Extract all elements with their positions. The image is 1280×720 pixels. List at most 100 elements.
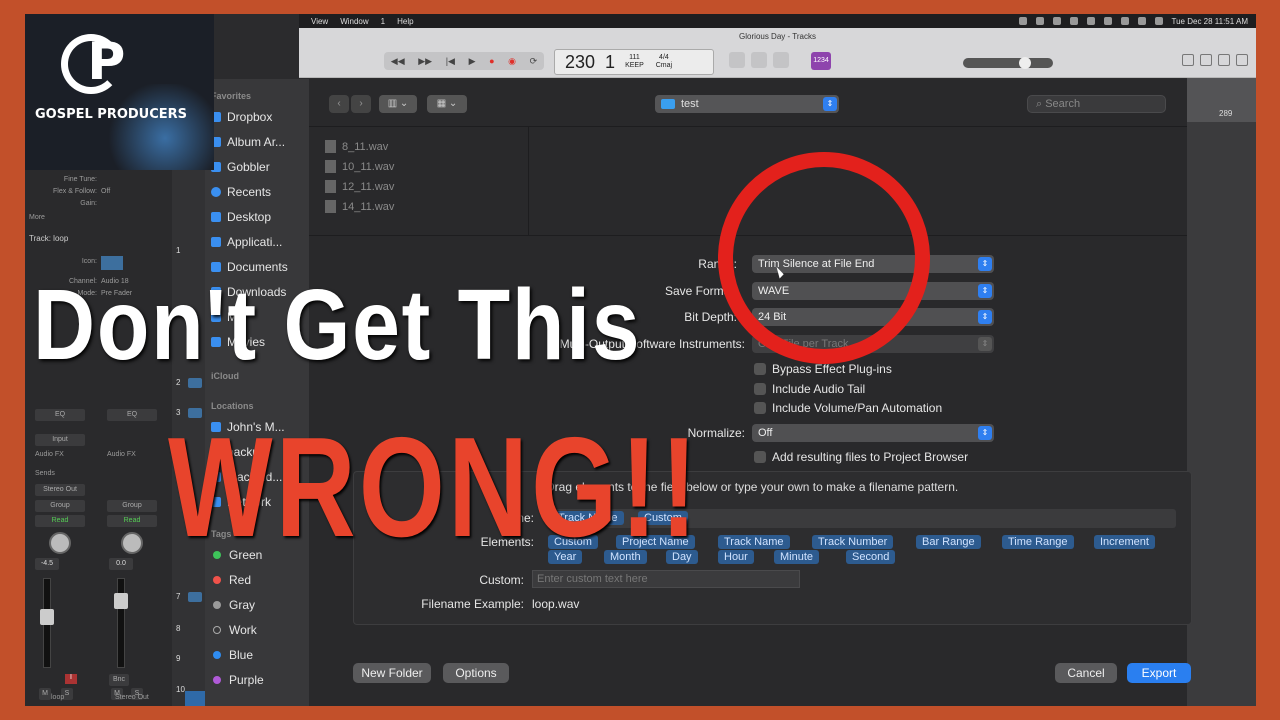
status-icon[interactable]	[1086, 17, 1095, 25]
pencil-icon[interactable]	[751, 52, 767, 68]
master-volume-slider[interactable]	[963, 57, 1053, 69]
count-in-badge[interactable]: 1234	[811, 52, 831, 70]
waveform-icon[interactable]	[188, 592, 202, 602]
icon-row[interactable]: Icon:	[29, 256, 169, 270]
include-audio-tail-checkbox[interactable]: Include Audio Tail	[754, 382, 865, 396]
automation-read-2[interactable]: Read	[107, 515, 157, 527]
search-input[interactable]: ⌕ Search	[1027, 95, 1166, 113]
bypass-effects-checkbox[interactable]: Bypass Effect Plug-ins	[754, 362, 892, 376]
audio-fx-label-1[interactable]: Audio FX	[35, 451, 64, 458]
status-icon[interactable]	[1069, 17, 1078, 25]
fader-cap[interactable]	[114, 593, 128, 609]
bounce-button[interactable]: Bnc	[109, 674, 129, 686]
automation-read-1[interactable]: Read	[35, 515, 85, 527]
flex-follow-row[interactable]: Flex & Follow: Off	[29, 188, 169, 198]
menu-view[interactable]: View	[311, 17, 328, 26]
menu-window[interactable]: Window	[340, 17, 368, 26]
battery-icon[interactable]	[1154, 17, 1163, 25]
sidebar-tag-work[interactable]: Work	[211, 622, 309, 638]
dropbox-icon[interactable]	[1052, 17, 1061, 25]
cycle-icon[interactable]: ⟳	[530, 56, 538, 67]
add-to-project-browser-checkbox[interactable]: Add resulting files to Project Browser	[754, 450, 968, 464]
go-to-start-icon[interactable]: |◀	[446, 56, 455, 67]
volume-fader-1[interactable]	[40, 578, 54, 668]
volume-readout-2[interactable]: 0.0	[109, 558, 133, 570]
status-icon[interactable]	[1103, 17, 1112, 25]
browser-icon[interactable]	[1236, 54, 1248, 66]
menubar-datetime[interactable]: Tue Dec 28 11:51 AM	[1172, 17, 1249, 26]
lcd-display[interactable]: 230 1 111 KEEP 4/4 Cmaj	[554, 49, 714, 75]
element-minute[interactable]: Minute	[774, 550, 820, 564]
file-item[interactable]: 10_11.wav	[325, 160, 394, 173]
loop-browser-icon[interactable]	[1218, 54, 1230, 66]
eq-button-2[interactable]: EQ	[107, 409, 157, 421]
options-button[interactable]: Options	[443, 663, 509, 683]
status-icon[interactable]	[1018, 17, 1027, 25]
back-button[interactable]: ‹	[329, 95, 349, 113]
checkbox-box[interactable]	[754, 383, 766, 395]
forward-icon[interactable]: ▶▶	[418, 56, 432, 67]
sidebar-item-album-art[interactable]: Album Ar...	[211, 134, 309, 150]
fader-cap[interactable]	[40, 609, 54, 625]
input-button[interactable]: Input	[35, 434, 85, 446]
output-button[interactable]: Stereo Out	[35, 484, 85, 496]
custom-text-input[interactable]: Enter custom text here	[532, 570, 800, 588]
rewind-icon[interactable]: ◀◀	[391, 56, 405, 67]
more-disclosure[interactable]: More	[29, 214, 169, 224]
element-track-name[interactable]: Track Name	[718, 535, 790, 549]
new-folder-button[interactable]: New Folder	[353, 663, 431, 683]
element-increment[interactable]: Increment	[1094, 535, 1155, 549]
view-columns-button[interactable]: ▥ ⌄	[379, 95, 417, 113]
count-in-icon[interactable]	[773, 52, 789, 68]
pan-knob-2[interactable]	[121, 532, 143, 554]
record-icon[interactable]: ●	[489, 56, 494, 66]
normalize-popup[interactable]: Off ⇕	[752, 424, 994, 442]
ruler[interactable]: 289	[1187, 78, 1256, 122]
volume-fader-2[interactable]	[114, 578, 128, 668]
menu-1[interactable]: 1	[381, 17, 385, 26]
arrange-area[interactable]: 289	[1187, 78, 1256, 706]
play-icon[interactable]: ▶	[469, 56, 476, 67]
notepad-icon[interactable]	[1200, 54, 1212, 66]
list-icon[interactable]	[1182, 54, 1194, 66]
checkbox-box[interactable]	[754, 451, 766, 463]
audio-fx-label-2[interactable]: Audio FX	[107, 451, 136, 458]
element-hour[interactable]: Hour	[718, 550, 754, 564]
sends-label[interactable]: Sends	[35, 470, 55, 477]
sidebar-item-gobbler[interactable]: Gobbler	[211, 159, 309, 175]
sidebar-item-recents[interactable]: Recents	[211, 184, 309, 200]
slider-knob[interactable]	[1019, 57, 1031, 69]
checkbox-box[interactable]	[754, 363, 766, 375]
group-button-2[interactable]: Group	[107, 500, 157, 512]
volume-readout-1[interactable]: -4.5	[35, 558, 59, 570]
forward-button[interactable]: ›	[351, 95, 371, 113]
file-item[interactable]: 8_11.wav	[325, 140, 388, 153]
sidebar-item-dropbox[interactable]: Dropbox	[211, 109, 309, 125]
sidebar-item-applications[interactable]: Applicati...	[211, 234, 309, 250]
element-bar-range[interactable]: Bar Range	[916, 535, 981, 549]
tuner-icon[interactable]	[729, 52, 745, 68]
capture-record-icon[interactable]: ◉	[508, 56, 516, 67]
view-grid-button[interactable]: ▦ ⌄	[427, 95, 467, 113]
file-item[interactable]: 14_11.wav	[325, 200, 394, 213]
file-item[interactable]: 12_11.wav	[325, 180, 394, 193]
sidebar-tag-purple[interactable]: Purple	[211, 672, 309, 688]
export-button[interactable]: Export	[1127, 663, 1191, 683]
pan-knob-1[interactable]	[49, 532, 71, 554]
mute-button-1[interactable]: M	[39, 688, 51, 700]
wifi-icon[interactable]	[1137, 17, 1146, 25]
element-time-range[interactable]: Time Range	[1002, 535, 1074, 549]
folder-popup[interactable]: test ⇕	[655, 95, 839, 113]
sidebar-item-desktop[interactable]: Desktop	[211, 209, 309, 225]
volume-pan-automation-checkbox[interactable]: Include Volume/Pan Automation	[754, 401, 942, 415]
checkbox-box[interactable]	[754, 402, 766, 414]
element-second[interactable]: Second	[846, 550, 896, 564]
cancel-button[interactable]: Cancel	[1055, 663, 1117, 683]
eq-button-1[interactable]: EQ	[35, 409, 85, 421]
input-monitor-button[interactable]: I	[65, 674, 77, 684]
sidebar-tag-blue[interactable]: Blue	[211, 647, 309, 663]
track-header[interactable]: Track: loop	[29, 234, 169, 244]
sidebar-tag-red[interactable]: Red	[211, 572, 309, 588]
group-button-1[interactable]: Group	[35, 500, 85, 512]
status-icon[interactable]	[1035, 17, 1044, 25]
